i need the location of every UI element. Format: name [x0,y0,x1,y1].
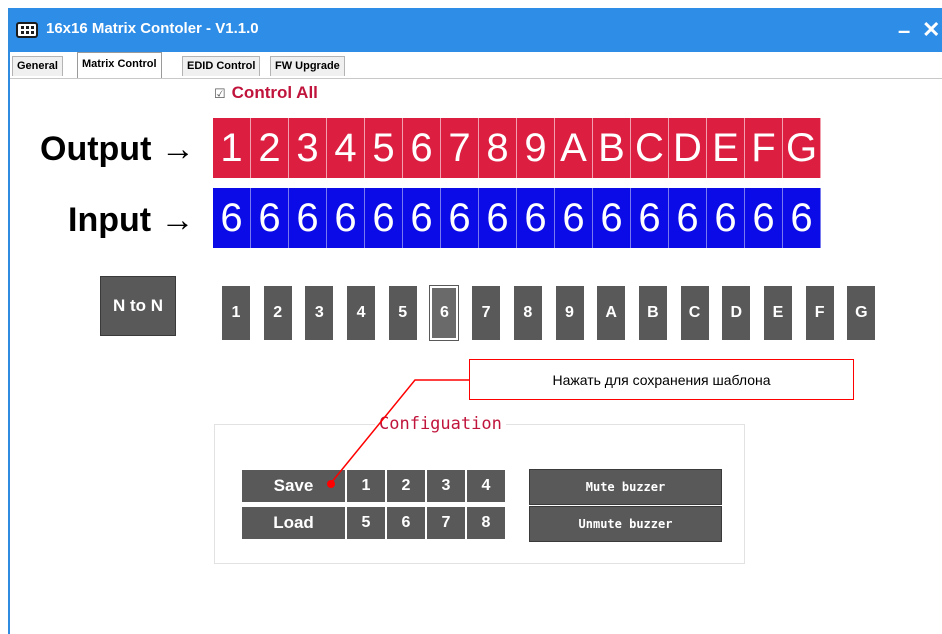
output-row: 1 2 3 4 5 6 7 8 9 A B C D E F G [213,118,821,178]
input-cell[interactable]: 6 [631,188,669,248]
input-select-button[interactable]: D [722,286,751,340]
save-button[interactable]: Save [241,469,346,503]
output-cell[interactable]: G [783,118,821,178]
save-slot-button[interactable]: 2 [386,469,426,503]
input-cell[interactable]: 6 [365,188,403,248]
input-row-label: Input → [68,201,195,239]
input-cell[interactable]: 6 [327,188,365,248]
output-row-label: Output → [40,130,195,168]
output-cell[interactable]: E [707,118,745,178]
matrix-app-icon [16,22,38,38]
input-select-button[interactable]: 2 [263,286,292,340]
output-cell[interactable]: C [631,118,669,178]
control-all-label: Control All [231,83,318,102]
load-slot-button[interactable]: 5 [346,506,386,540]
input-select-button[interactable]: F [805,286,834,340]
input-select-button[interactable]: B [638,286,667,340]
input-cell[interactable]: 6 [289,188,327,248]
unmute-buzzer-button[interactable]: Unmute buzzer [529,506,722,542]
output-cell[interactable]: A [555,118,593,178]
tab-bar: General Matrix Control EDID Control FW U… [10,52,942,79]
output-cell[interactable]: F [745,118,783,178]
title-bar[interactable]: 16x16 Matrix Contoler - V1.1.0 – ✕ [10,8,942,52]
input-select-button-active[interactable]: 6 [429,285,460,341]
output-cell[interactable]: 6 [403,118,441,178]
window-title: 16x16 Matrix Contoler - V1.1.0 [46,20,259,37]
input-selector-row: 1 2 3 4 5 6 7 8 9 A B C D E F G [222,285,889,341]
load-slot-button[interactable]: 6 [386,506,426,540]
input-cell[interactable]: 6 [213,188,251,248]
tab-fw-upgrade[interactable]: FW Upgrade [270,56,345,76]
input-cell[interactable]: 6 [441,188,479,248]
input-select-button[interactable]: 4 [347,286,376,340]
save-slot-button[interactable]: 1 [346,469,386,503]
input-cell[interactable]: 6 [669,188,707,248]
load-button[interactable]: Load [241,506,346,540]
input-cell[interactable]: 6 [783,188,821,248]
output-cell[interactable]: 4 [327,118,365,178]
output-cell[interactable]: 8 [479,118,517,178]
input-select-button[interactable]: E [763,286,792,340]
output-cell[interactable]: 1 [213,118,251,178]
close-icon[interactable]: ✕ [922,17,940,43]
save-hint-callout: Нажать для сохранения шаблона [469,359,854,400]
save-slot-button[interactable]: 4 [466,469,506,503]
input-cell[interactable]: 6 [555,188,593,248]
input-cell[interactable]: 6 [403,188,441,248]
input-select-button[interactable]: C [680,286,709,340]
output-cell[interactable]: 5 [365,118,403,178]
input-cell[interactable]: 6 [251,188,289,248]
input-cell[interactable]: 6 [707,188,745,248]
output-cell[interactable]: B [593,118,631,178]
mute-buzzer-button[interactable]: Mute buzzer [529,469,722,505]
input-select-button[interactable]: G [847,286,876,340]
input-cell[interactable]: 6 [517,188,555,248]
input-cell[interactable]: 6 [593,188,631,248]
input-select-button[interactable]: 1 [222,286,250,340]
save-slot-button[interactable]: 3 [426,469,466,503]
output-cell[interactable]: 9 [517,118,555,178]
input-cell[interactable]: 6 [479,188,517,248]
checkbox-icon[interactable]: ☑ [214,86,226,101]
load-slot-button[interactable]: 7 [426,506,466,540]
output-cell[interactable]: 7 [441,118,479,178]
n-to-n-button[interactable]: N to N [100,276,176,336]
input-select-button[interactable]: 7 [472,286,501,340]
input-cell[interactable]: 6 [745,188,783,248]
load-slot-button[interactable]: 8 [466,506,506,540]
output-cell[interactable]: 3 [289,118,327,178]
input-row: 6 6 6 6 6 6 6 6 6 6 6 6 6 6 6 6 [213,188,821,248]
tab-edid-control[interactable]: EDID Control [182,56,261,76]
tab-general[interactable]: General [12,56,63,76]
input-select-button[interactable]: 9 [555,286,584,340]
input-select-button[interactable]: 5 [388,286,417,340]
input-select-button[interactable]: A [597,286,626,340]
configuration-title: Configuation [375,414,506,434]
input-select-button[interactable]: 3 [305,286,334,340]
output-cell[interactable]: 2 [251,118,289,178]
control-all-toggle[interactable]: ☑ Control All [214,83,318,103]
output-cell[interactable]: D [669,118,707,178]
tab-matrix-control[interactable]: Matrix Control [77,52,162,78]
input-select-button[interactable]: 8 [513,286,542,340]
minimize-icon[interactable]: – [898,18,910,44]
